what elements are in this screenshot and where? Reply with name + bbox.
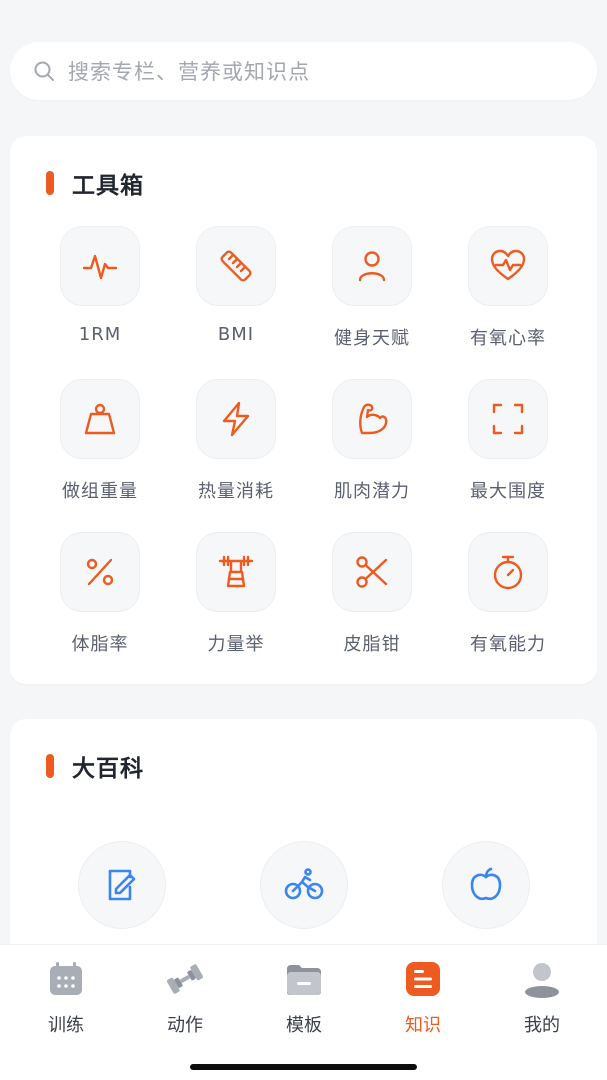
scissors-icon	[356, 556, 388, 588]
document-edit-icon	[108, 869, 136, 901]
encyclopedia-item-nutrition[interactable]	[442, 841, 530, 929]
toolbox-header: 工具箱	[46, 166, 144, 200]
tab-label: 我的	[524, 1015, 560, 1036]
tool-aerobic-capacity[interactable]: 有氧能力	[440, 532, 576, 672]
home-indicator[interactable]	[190, 1064, 417, 1070]
tool-tile	[468, 532, 548, 612]
dumbbell-icon	[167, 964, 203, 994]
apple-icon	[470, 867, 502, 901]
tool-1rm[interactable]: 1RM	[32, 226, 168, 366]
tool-label: 热量消耗	[198, 481, 274, 502]
barbell-icon	[218, 555, 254, 588]
tool-tile	[468, 226, 548, 306]
section-accent-bar	[46, 171, 54, 195]
tool-label: 皮脂钳	[343, 634, 401, 655]
tab-knowledge[interactable]: 知识	[363, 959, 483, 1039]
tool-label: 体脂率	[71, 634, 129, 655]
scan-frame-icon	[492, 403, 524, 435]
search-icon	[34, 61, 54, 81]
toolbox-title: 工具箱	[72, 173, 144, 199]
tab-training[interactable]: 训练	[6, 959, 126, 1039]
bicep-icon	[359, 403, 388, 435]
calendar-icon	[50, 962, 82, 995]
folder-icon	[287, 965, 321, 995]
search-bar[interactable]: 搜索专栏、营养或知识点	[10, 42, 597, 100]
section-accent-bar	[46, 754, 54, 778]
tool-calorie-burn[interactable]: 热量消耗	[168, 379, 304, 519]
tool-label: 肌肉潜力	[334, 481, 410, 502]
tool-tile	[468, 379, 548, 459]
tool-tile	[332, 532, 412, 612]
tool-muscle-potential[interactable]: 肌肉潜力	[304, 379, 440, 519]
tool-label: 做组重量	[62, 481, 138, 502]
ruler-icon	[220, 250, 252, 282]
encyclopedia-header: 大百科	[46, 749, 144, 783]
weight-icon	[84, 403, 116, 435]
tool-tile	[332, 379, 412, 459]
bicycle-icon	[284, 868, 324, 900]
tool-tile	[196, 532, 276, 612]
tool-set-weight[interactable]: 做组重量	[32, 379, 168, 519]
tool-max-girth[interactable]: 最大围度	[440, 379, 576, 519]
tab-label: 知识	[405, 1015, 441, 1036]
tool-bmi[interactable]: BMI	[168, 226, 304, 366]
tool-tile	[196, 379, 276, 459]
tab-templates[interactable]: 模板	[244, 959, 364, 1039]
person-icon	[358, 251, 386, 282]
knowledge-page: 搜索专栏、营养或知识点 工具箱 1RM BMI 健身天赋 有氧心率 做组重量 热…	[0, 0, 607, 1080]
encyclopedia-card: 大百科	[10, 719, 597, 979]
tool-tile	[196, 226, 276, 306]
tool-body-fat[interactable]: 体脂率	[32, 532, 168, 672]
tab-exercises[interactable]: 动作	[125, 959, 245, 1039]
tool-powerlifting[interactable]: 力量举	[168, 532, 304, 672]
tool-tile	[332, 226, 412, 306]
stopwatch-icon	[493, 555, 523, 590]
search-placeholder: 搜索专栏、营养或知识点	[68, 60, 310, 84]
tool-fitness-talent[interactable]: 健身天赋	[304, 226, 440, 366]
tab-profile[interactable]: 我的	[482, 959, 602, 1039]
tab-label: 训练	[48, 1015, 84, 1036]
toolbox-card: 工具箱 1RM BMI 健身天赋 有氧心率 做组重量 热量消耗 肌肉潜力 最大围…	[10, 136, 597, 684]
lightning-icon	[222, 401, 250, 437]
tool-skinfold-caliper[interactable]: 皮脂钳	[304, 532, 440, 672]
tool-label: 1RM	[78, 324, 122, 345]
tab-label: 动作	[167, 1015, 203, 1036]
knowledge-doc-icon	[406, 962, 440, 996]
tab-label: 模板	[286, 1015, 322, 1036]
pulse-icon	[82, 254, 118, 280]
tool-tile	[60, 379, 140, 459]
tool-tile	[60, 226, 140, 306]
encyclopedia-item-cardio[interactable]	[260, 841, 348, 929]
tool-tile	[60, 532, 140, 612]
heart-rate-icon	[490, 249, 526, 281]
tool-cardio-heart-rate[interactable]: 有氧心率	[440, 226, 576, 366]
percent-icon	[86, 558, 114, 586]
encyclopedia-item-articles[interactable]	[78, 841, 166, 929]
tool-label: 力量举	[207, 634, 265, 655]
profile-icon	[525, 963, 559, 998]
bottom-tab-bar: 训练 动作 模板 知识 我的	[0, 944, 607, 1080]
encyclopedia-title: 大百科	[72, 756, 144, 782]
tool-label: 有氧心率	[470, 328, 546, 349]
tool-label: 健身天赋	[334, 328, 410, 349]
tool-label: BMI	[217, 324, 255, 345]
tool-label: 最大围度	[470, 481, 546, 502]
tool-label: 有氧能力	[470, 634, 546, 655]
